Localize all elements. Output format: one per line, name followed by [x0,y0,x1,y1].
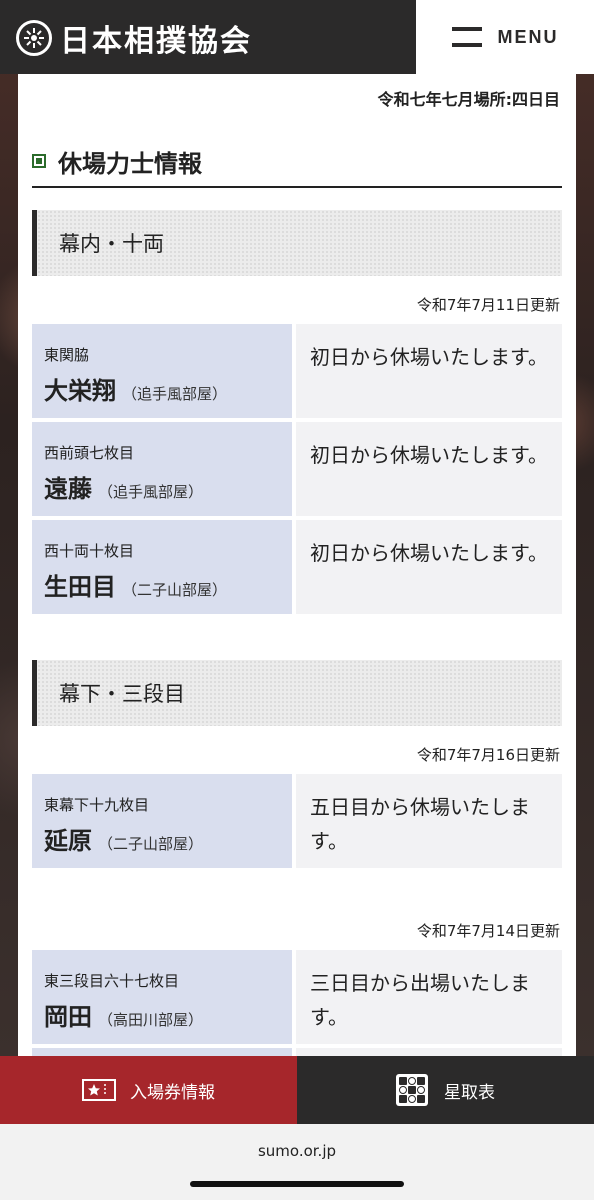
home-indicator[interactable] [190,1181,404,1187]
section-header: 休場力士情報 [32,144,562,188]
absence-status: 初日から休場いたします。 [296,422,562,516]
division-header-makushita-sandanme: 幕下・三段目 [32,660,562,726]
wrestler-stable: （二子山部屋） [98,835,204,853]
wrestler-cell: 東関脇 大栄翔 （追手風部屋） [32,324,292,418]
site-logo[interactable]: 日本相撲協会 [16,16,252,60]
table-row: 西十両十枚目 生田目 （二子山部屋） 初日から休場いたします。 [32,520,562,614]
wrestler-rank: 東三段目六十七枚目 [44,972,180,990]
sumo-emblem-icon [16,20,52,56]
wrestler-name: 大栄翔 [44,377,116,405]
wrestler-cell: 東幕下十九枚目 延原 （二子山部屋） [32,774,292,868]
absence-status: 五日目から休場いたします。 [296,774,562,868]
wrestler-name: 岡田 [44,1003,92,1031]
table-row: 東幕下十九枚目 延原 （二子山部屋） 五日目から休場いたします。 [32,774,562,868]
wrestler-rank: 東幕下十九枚目 [44,796,150,814]
square-bullet-icon [32,154,46,168]
main-content: 令和七年七月場所:四日目 休場力士情報 幕内・十両 令和7年7月11日更新 東関… [18,74,576,1056]
wrestler-stable: （追手風部屋） [98,483,204,501]
bottom-nav: 入場券情報 星取表 [0,1056,594,1124]
absence-status [296,1048,562,1056]
wrestler-name: 延原 [44,827,92,855]
wrestler-cell [32,1048,292,1056]
tickets-button[interactable]: 入場券情報 [0,1056,297,1124]
url-text: sumo.or.jp [257,1142,337,1160]
table-row-partial [32,1048,562,1056]
absence-status: 初日から休場いたします。 [296,520,562,614]
wrestler-rank: 東関脇 [44,346,90,364]
browser-address-bar[interactable]: sumo.or.jp [0,1124,594,1200]
table-row: 東三段目六十七枚目 岡田 （高田川部屋） 三日目から出場いたします。 [32,950,562,1044]
wrestler-cell: 西前頭七枚目 遠藤 （追手風部屋） [32,422,292,516]
logo-text: 日本相撲協会 [60,24,252,59]
wrestler-cell: 西十両十枚目 生田目 （二子山部屋） [32,520,292,614]
division-header-makuuchi-juryo: 幕内・十両 [32,210,562,276]
page-title: 休場力士情報 [58,149,202,178]
wrestler-stable: （高田川部屋） [98,1011,204,1029]
wrestler-cell: 東三段目六十七枚目 岡田 （高田川部屋） [32,950,292,1044]
wrestler-stable: （二子山部屋） [122,581,228,599]
absence-status: 三日目から出場いたします。 [296,950,562,1044]
torikumi-grid-icon [396,1074,428,1106]
hamburger-icon [451,27,482,47]
updated-date: 令和7年7月11日更新 [416,296,560,314]
tickets-label: 入場券情報 [130,1082,215,1103]
updated-date: 令和7年7月16日更新 [416,746,560,764]
menu-button[interactable]: MENU [416,0,594,74]
results-label: 星取表 [444,1082,495,1103]
ticket-icon [82,1079,116,1101]
absence-status: 初日から休場いたします。 [296,324,562,418]
wrestler-rank: 西前頭七枚目 [44,444,135,462]
table-row: 西前頭七枚目 遠藤 （追手風部屋） 初日から休場いたします。 [32,422,562,516]
wrestler-rank: 西十両十枚目 [44,542,135,560]
updated-date: 令和7年7月14日更新 [416,922,560,940]
results-button[interactable]: 星取表 [297,1056,594,1124]
wrestler-name: 遠藤 [44,475,92,503]
tournament-day: 令和七年七月場所:四日目 [377,90,560,109]
site-header: 日本相撲協会 MENU [0,0,594,74]
table-row: 東関脇 大栄翔 （追手風部屋） 初日から休場いたします。 [32,324,562,418]
wrestler-stable: （追手風部屋） [122,385,228,403]
wrestler-name: 生田目 [44,573,116,601]
menu-label: MENU [497,26,559,47]
